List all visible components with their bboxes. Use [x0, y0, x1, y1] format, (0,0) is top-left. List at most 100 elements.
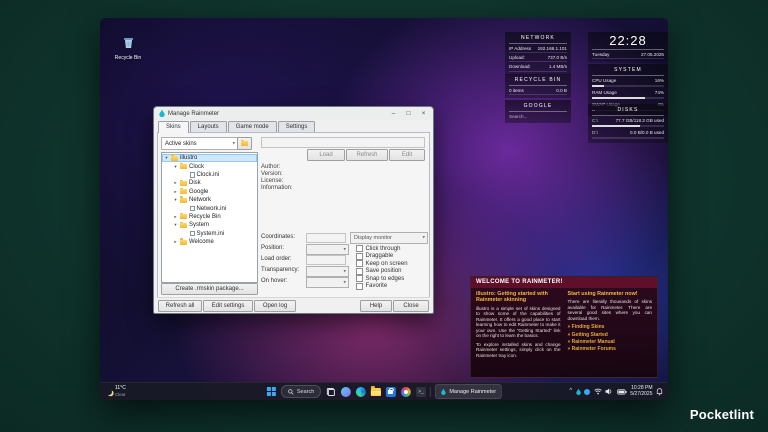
volume-icon[interactable] — [605, 388, 613, 395]
tab-layouts[interactable]: Layouts — [190, 121, 227, 133]
network-widget[interactable]: NETWORK IP Address192.168.1.101 Upload:7… — [505, 32, 571, 75]
google-search-field[interactable]: Search... — [509, 112, 567, 120]
close-button[interactable]: × — [416, 107, 431, 120]
weather-temp: 11°C — [115, 386, 126, 392]
load-button[interactable]: Load — [307, 149, 345, 161]
tab-settings[interactable]: Settings — [278, 121, 316, 133]
taskbar-separator — [430, 387, 431, 397]
search-box[interactable]: Search — [281, 385, 321, 398]
skin-name-field[interactable] — [261, 137, 425, 148]
terminal-button[interactable]: >_ — [415, 386, 426, 397]
tree-item-illustro[interactable]: ▾illustro — [162, 154, 257, 162]
google-widget[interactable]: GOOGLE Search... — [505, 100, 571, 123]
network-row: Download:1.4 MB/s — [509, 62, 567, 71]
refresh-all-button[interactable]: Refresh all — [158, 300, 202, 312]
moon-weather-icon — [106, 389, 112, 395]
edit-button[interactable]: Edit — [389, 149, 425, 161]
terminal-icon: >_ — [416, 387, 426, 397]
tree-item-recycle-bin[interactable]: ▸Recycle Bin — [162, 213, 257, 221]
folder-icon — [171, 156, 178, 161]
open-log-button[interactable]: Open log — [254, 300, 296, 312]
on-hover-dropdown[interactable] — [306, 277, 349, 288]
search-label: Search — [297, 389, 314, 395]
transparency-dropdown[interactable] — [306, 266, 349, 277]
file-explorer-icon — [371, 388, 381, 396]
save-position-checkbox[interactable]: Save position — [356, 268, 402, 275]
recycle-bin-widget-title: RECYCLE BIN — [509, 76, 567, 86]
rainmeter-tray-icon[interactable] — [576, 388, 581, 395]
disks-widget[interactable]: DISKS C:\77.7 GB/118.3 GB used D:\0.0 B/… — [588, 104, 668, 143]
on-hover-label: On hover: — [261, 278, 287, 284]
tree-item-clock[interactable]: ▾Clock — [162, 162, 257, 170]
tab-game-mode[interactable]: Game mode — [228, 121, 277, 133]
store-button[interactable] — [385, 386, 396, 397]
recycle-bin-label: Recycle Bin — [110, 55, 146, 61]
rainmeter-app-icon — [159, 109, 165, 119]
click-through-checkbox[interactable]: Click through — [356, 245, 401, 252]
load-order-field[interactable] — [306, 255, 346, 265]
system-row: CPU Usage16% — [592, 76, 664, 84]
skins-tree: ▾illustro ▾Clock Clock.ini ▸Disk ▸Google… — [161, 152, 258, 283]
network-widget-title: NETWORK — [509, 34, 567, 44]
recycle-bin-desktop-icon[interactable]: Recycle Bin — [110, 36, 146, 61]
file-explorer-button[interactable] — [370, 386, 381, 397]
open-skins-folder-button[interactable] — [237, 137, 252, 150]
welcome-header: WELCOME TO RAINMETER! — [471, 277, 657, 288]
snap-to-edges-checkbox[interactable]: Snap to edges — [356, 275, 404, 282]
edge-button[interactable] — [355, 386, 366, 397]
tree-item-system-ini[interactable]: System.ini — [162, 230, 257, 238]
tree-item-clock-ini[interactable]: Clock.ini — [162, 171, 257, 179]
coordinates-field[interactable] — [306, 233, 346, 243]
folder-icon — [180, 164, 187, 169]
clock-widget[interactable]: 22:28 Tuesday27.05.2025 — [588, 32, 668, 62]
manage-rainmeter-taskbar-button[interactable]: Manage Rainmeter — [435, 384, 502, 399]
photos-button[interactable] — [400, 386, 411, 397]
start-button[interactable] — [266, 386, 277, 397]
maximize-button[interactable]: □ — [401, 107, 416, 120]
photos-icon — [401, 387, 411, 397]
tray-app-icon[interactable] — [584, 389, 590, 395]
tray-chevron-icon[interactable]: ^ — [569, 388, 572, 394]
tray-date: 5/27/2025 — [630, 392, 652, 398]
copilot-button[interactable] — [340, 386, 351, 397]
taskbar-task-label: Manage Rainmeter — [449, 389, 496, 395]
welcome-right-body: There are literally thousands of skins a… — [568, 299, 653, 321]
tree-item-network-ini[interactable]: Network.ini — [162, 204, 257, 212]
wifi-icon[interactable] — [594, 388, 602, 395]
help-button[interactable]: Help — [360, 300, 392, 312]
skin-file-icon — [190, 172, 195, 178]
keep-on-screen-checkbox[interactable]: Keep on screen — [356, 260, 408, 267]
tree-item-disk[interactable]: ▸Disk — [162, 179, 257, 187]
edit-settings-button[interactable]: Edit settings — [203, 300, 253, 312]
disk-row: C:\77.7 GB/118.3 GB used — [592, 116, 664, 124]
create-rmskin-package-button[interactable]: Create .rmskin package... — [161, 283, 258, 295]
weather-widget-button[interactable]: 11°C Clear — [106, 383, 126, 400]
window-titlebar[interactable]: Manage Rainmeter – □ × — [154, 107, 433, 120]
rainmeter-forums-link[interactable]: » Rainmeter Forums — [568, 346, 653, 353]
tree-item-welcome[interactable]: ▸Welcome — [162, 238, 257, 246]
finding-skins-link[interactable]: » Finding Skins — [568, 324, 653, 331]
draggable-checkbox[interactable]: Draggable — [356, 253, 393, 260]
display-monitor-dropdown[interactable]: Display monitor — [350, 232, 428, 244]
task-view-button[interactable] — [325, 386, 336, 397]
battery-icon[interactable] — [617, 389, 627, 395]
minimize-button[interactable]: – — [386, 107, 401, 120]
tree-item-system[interactable]: ▾System — [162, 221, 257, 229]
position-dropdown[interactable] — [306, 244, 349, 255]
rainmeter-manual-link[interactable]: » Rainmeter Manual — [568, 339, 653, 346]
checkbox-icon — [356, 283, 363, 290]
tab-skins[interactable]: Skins — [158, 121, 189, 133]
notification-bell-icon[interactable] — [656, 388, 663, 396]
recycle-bin-widget[interactable]: RECYCLE BIN 0 items0.0 B — [505, 74, 571, 98]
ram-usage-bar — [592, 97, 664, 99]
refresh-button[interactable]: Refresh — [346, 149, 388, 161]
tray-clock[interactable]: 10:28 PM 5/27/2025 — [630, 386, 652, 398]
coordinates-label: Coordinates: — [261, 234, 295, 240]
tree-item-google[interactable]: ▸Google — [162, 188, 257, 196]
close-dialog-button[interactable]: Close — [393, 300, 429, 312]
tree-item-network[interactable]: ▾Network — [162, 196, 257, 204]
favorite-checkbox[interactable]: Favorite — [356, 283, 387, 290]
active-skins-dropdown[interactable]: Active skins — [161, 137, 238, 150]
welcome-skin-panel[interactable]: WELCOME TO RAINMETER! illustro: Getting … — [470, 276, 658, 378]
getting-started-link[interactable]: » Getting Started — [568, 332, 653, 339]
